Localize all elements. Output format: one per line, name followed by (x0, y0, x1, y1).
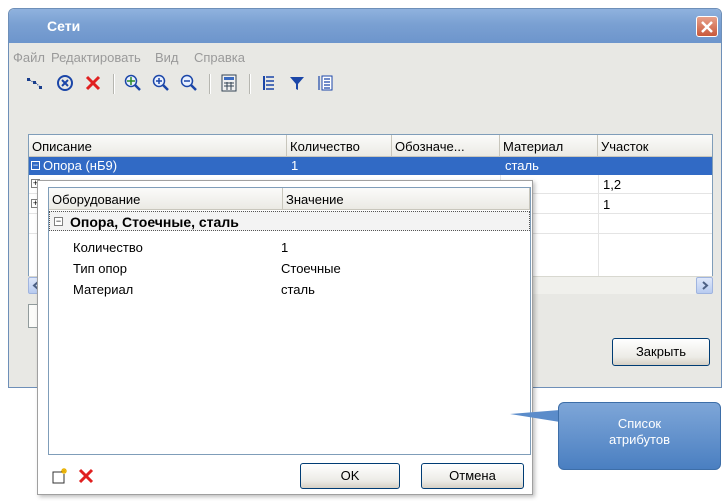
column-header-description[interactable]: Описание (29, 135, 287, 157)
select-network-button[interactable] (23, 71, 47, 95)
chevron-right-icon (702, 281, 709, 290)
scroll-right-button[interactable] (696, 277, 713, 294)
cell-section: 1 (603, 197, 611, 212)
column-header-quantity[interactable]: Количество (287, 135, 392, 157)
network-nodes-icon (27, 78, 42, 89)
filter-button[interactable] (285, 71, 309, 95)
attributes-popup: Оборудование Значение − Опора, Стоечные,… (37, 180, 533, 495)
window-close-button[interactable] (696, 16, 718, 37)
menu-view[interactable]: Вид (155, 50, 179, 65)
zoom-in-button[interactable] (149, 71, 173, 95)
zoom-all-icon (124, 74, 141, 91)
attributes-button[interactable] (313, 71, 337, 95)
attribute-value[interactable]: 1 (281, 240, 288, 255)
column-header-designation[interactable]: Обозначе... (392, 135, 500, 157)
column-header-value[interactable]: Значение (283, 188, 530, 210)
cell-material: сталь (505, 158, 539, 173)
table-row-selected[interactable]: Опора (нБ9) 1 сталь (29, 157, 712, 175)
title-bar: Сети (9, 9, 721, 43)
delete-button[interactable] (81, 71, 105, 95)
column-header-equipment[interactable]: Оборудование (49, 188, 283, 210)
callout-label: Список атрибутов (558, 402, 721, 470)
cell-quantity: 1 (291, 158, 299, 173)
menu-help[interactable]: Справка (194, 50, 245, 65)
zoom-extents-button[interactable] (121, 71, 145, 95)
zoom-in-icon (152, 74, 169, 91)
close-button[interactable]: Закрыть (612, 338, 710, 366)
collapse-toggle[interactable]: − (31, 161, 40, 170)
menu-bar: Файл Редактировать Вид Справка (9, 46, 721, 68)
cancel-button[interactable]: Отмена (421, 463, 524, 489)
menu-file[interactable]: Файл (13, 50, 45, 65)
column-header-section[interactable]: Участок (598, 135, 712, 157)
filter-icon (290, 77, 304, 90)
window-title: Сети (47, 18, 81, 34)
attribute-name: Материал (73, 282, 134, 297)
callout-line-2: атрибутов (609, 432, 670, 447)
zoom-out-icon (180, 74, 197, 91)
collapse-toggle[interactable]: − (54, 217, 63, 226)
column-header-material[interactable]: Материал (500, 135, 598, 157)
attribute-value[interactable]: Стоечные (281, 261, 341, 276)
delete-x-icon (78, 468, 94, 484)
toolbar-separator (113, 74, 115, 94)
toolbar (9, 69, 721, 99)
group-title: Опора, Стоечные, сталь (70, 214, 239, 230)
callout-line-1: Список (617, 416, 662, 431)
delete-attribute-button[interactable] (76, 466, 96, 486)
menu-edit[interactable]: Редактировать (51, 50, 141, 65)
attribute-value[interactable]: сталь (281, 282, 315, 297)
calculator-button[interactable] (217, 71, 241, 95)
cell-description: Опора (нБ9) (43, 158, 118, 173)
zoom-out-button[interactable] (177, 71, 201, 95)
new-item-icon (52, 468, 67, 484)
delete-x-icon (85, 75, 101, 91)
attributes-list-icon (318, 75, 333, 91)
tree-view-button[interactable] (257, 71, 281, 95)
cancel-selection-button[interactable] (53, 71, 77, 95)
toolbar-separator (249, 74, 251, 94)
close-icon (701, 21, 713, 33)
add-attribute-button[interactable] (50, 466, 70, 486)
toolbar-separator (209, 74, 211, 94)
attribute-name: Количество (73, 240, 143, 255)
tree-list-icon (263, 76, 274, 90)
calculator-icon (221, 74, 237, 92)
ok-button[interactable]: OK (300, 463, 400, 489)
cell-section: 1,2 (603, 177, 622, 192)
attribute-group-row[interactable]: − Опора, Стоечные, сталь (49, 211, 530, 231)
attribute-name: Тип опор (73, 261, 128, 276)
circle-x-icon (57, 75, 73, 91)
attributes-table: Оборудование Значение − Опора, Стоечные,… (48, 187, 531, 455)
